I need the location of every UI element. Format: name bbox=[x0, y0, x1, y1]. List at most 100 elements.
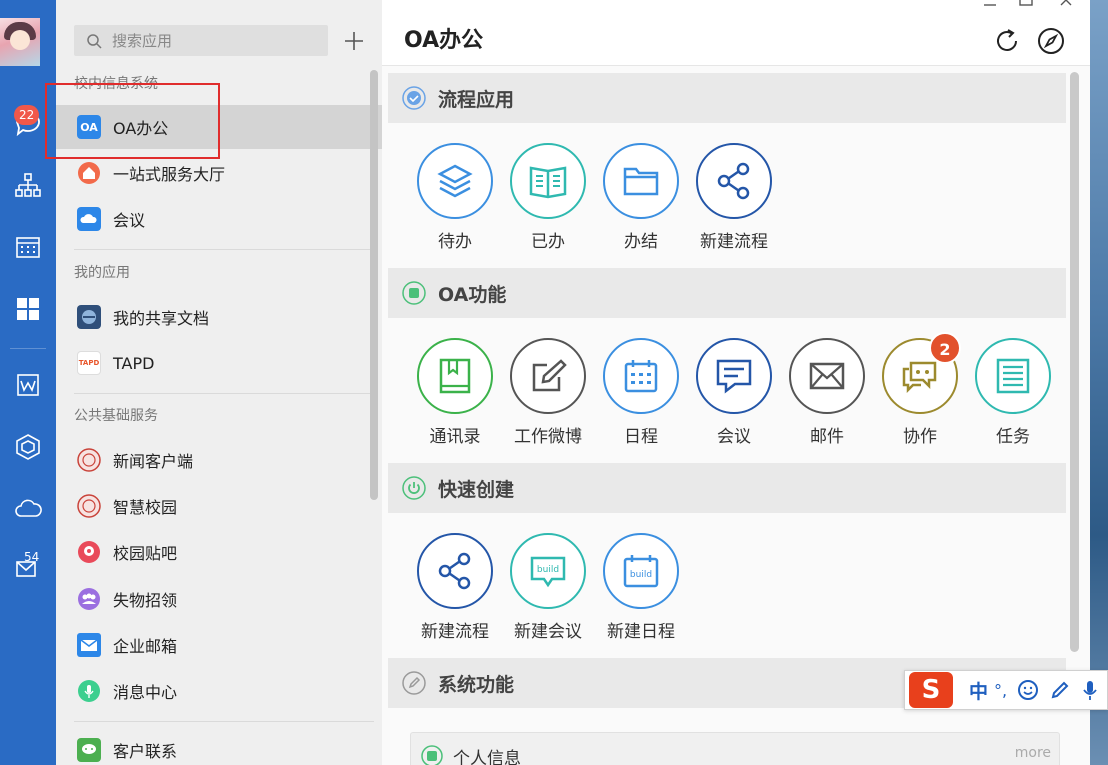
calendar-nav[interactable] bbox=[0, 227, 56, 267]
main-scrollbar[interactable] bbox=[1070, 72, 1079, 652]
section-title-public: 公共基础服务 bbox=[74, 408, 158, 424]
app-label: 新闻客户端 bbox=[113, 452, 194, 471]
tile-todo[interactable]: 待办 bbox=[410, 143, 500, 263]
tile-contacts[interactable]: 通讯录 bbox=[410, 338, 500, 458]
app-list-scrollbar[interactable] bbox=[370, 70, 378, 500]
section-title-my-apps: 我的应用 bbox=[74, 265, 130, 281]
app-label: 失物招领 bbox=[113, 591, 178, 610]
oa-section-icon bbox=[402, 281, 426, 305]
app-item-customer-contact[interactable]: 客户联系 bbox=[56, 728, 382, 765]
microphone-icon bbox=[77, 679, 101, 703]
app-item-message-center[interactable]: 消息中心 bbox=[56, 669, 382, 713]
share-icon bbox=[717, 162, 750, 200]
app-item-news[interactable]: 新闻客户端 bbox=[56, 438, 382, 482]
share-icon bbox=[438, 552, 471, 590]
build-bubble-icon: build bbox=[530, 556, 566, 588]
minimize-button[interactable] bbox=[982, 0, 998, 6]
app-item-forum[interactable]: 校园贴吧 bbox=[56, 530, 382, 574]
app-item-meeting[interactable]: 会议 bbox=[56, 197, 382, 241]
home-icon bbox=[77, 161, 101, 185]
cloud-nav[interactable] bbox=[0, 489, 56, 529]
section-header-flow: 流程应用 bbox=[388, 73, 1066, 123]
forum-icon bbox=[77, 540, 101, 564]
org-chart-icon bbox=[15, 173, 41, 197]
add-app-button[interactable] bbox=[340, 25, 368, 56]
app-item-enterprise-mail[interactable]: 企业邮箱 bbox=[56, 623, 382, 667]
envelope-icon bbox=[77, 633, 101, 657]
tile-done[interactable]: 已办 bbox=[503, 143, 593, 263]
docs-nav[interactable] bbox=[0, 365, 56, 405]
desktop-background bbox=[1090, 0, 1108, 765]
handwriting-button[interactable] bbox=[1049, 679, 1071, 701]
contacts-book-icon bbox=[439, 358, 471, 394]
tile-collaboration[interactable]: 2 协作 bbox=[875, 332, 965, 458]
document-icon bbox=[17, 374, 39, 396]
mail-count: 54 bbox=[24, 550, 40, 564]
cube-nav[interactable] bbox=[0, 427, 56, 467]
microphone-icon bbox=[1083, 681, 1097, 700]
close-button[interactable] bbox=[1058, 0, 1074, 6]
tile-new-flow[interactable]: 新建流程 bbox=[689, 143, 779, 263]
pen-icon bbox=[1051, 681, 1069, 699]
flow-section-icon bbox=[402, 86, 426, 110]
personal-info-card[interactable]: 个人信息 more bbox=[410, 732, 1060, 765]
chat-unread-badge: 22 bbox=[14, 105, 40, 125]
app-label: 我的共享文档 bbox=[113, 309, 210, 328]
section-divider bbox=[74, 249, 374, 250]
campus-seal-icon bbox=[77, 448, 101, 472]
plus-icon bbox=[345, 31, 363, 50]
campus-seal-icon bbox=[77, 494, 101, 518]
org-nav[interactable] bbox=[0, 165, 56, 205]
sogou-logo[interactable]: S bbox=[909, 672, 953, 708]
ime-punctuation-toggle[interactable]: °, bbox=[994, 681, 1007, 700]
section-divider bbox=[74, 393, 374, 394]
emoji-button[interactable] bbox=[1017, 679, 1039, 701]
voice-input-button[interactable] bbox=[1079, 679, 1101, 701]
chat-bubble-icon bbox=[77, 738, 101, 762]
shared-docs-icon bbox=[77, 305, 101, 329]
app-item-lost-found[interactable]: 失物招领 bbox=[56, 577, 382, 621]
user-avatar[interactable] bbox=[0, 18, 40, 66]
main-header: OA办公 bbox=[382, 0, 1090, 66]
cloud-icon bbox=[77, 207, 101, 231]
section-divider bbox=[74, 721, 374, 722]
app-item-tapd[interactable]: TAPD TAPD bbox=[56, 341, 382, 385]
tile-work-blog[interactable]: 工作微博 bbox=[503, 338, 593, 458]
app-item-shared-docs[interactable]: 我的共享文档 bbox=[56, 295, 382, 339]
envelope-icon bbox=[809, 362, 845, 390]
tile-quick-new-meeting[interactable]: build 新建会议 bbox=[503, 533, 593, 653]
tile-schedule[interactable]: 日程 bbox=[596, 338, 686, 458]
refresh-button[interactable] bbox=[992, 26, 1022, 56]
tile-mail[interactable]: 邮件 bbox=[782, 338, 872, 458]
main-content: OA办公 流程应用 待办 已办 办结 新建流程 OA功能 通讯录 工作微博 日程… bbox=[382, 0, 1090, 765]
apps-nav[interactable] bbox=[0, 289, 56, 329]
ime-mode-toggle[interactable]: 中 bbox=[969, 677, 988, 704]
calendar-icon bbox=[16, 237, 40, 258]
app-label: 校园贴吧 bbox=[113, 544, 178, 563]
app-label: 消息中心 bbox=[113, 683, 178, 702]
more-link[interactable]: more bbox=[1015, 745, 1051, 761]
rail-divider bbox=[10, 348, 46, 349]
profile-icon bbox=[421, 745, 443, 765]
tapd-icon: TAPD bbox=[77, 351, 101, 375]
compass-button[interactable] bbox=[1036, 26, 1066, 56]
tile-tasks[interactable]: 任务 bbox=[968, 338, 1058, 458]
tile-meeting[interactable]: 会议 bbox=[689, 338, 779, 458]
search-icon bbox=[87, 33, 102, 49]
tile-quick-new-flow[interactable]: 新建流程 bbox=[410, 533, 500, 653]
app-label: 客户联系 bbox=[113, 742, 178, 761]
message-icon bbox=[716, 359, 752, 394]
maximize-button[interactable] bbox=[1018, 0, 1034, 6]
section-header-quick-create: 快速创建 bbox=[388, 463, 1066, 513]
app-item-smart-campus[interactable]: 智慧校园 bbox=[56, 484, 382, 528]
layers-icon bbox=[437, 164, 473, 198]
task-list-icon bbox=[996, 358, 1030, 394]
collaboration-badge: 2 bbox=[929, 332, 961, 364]
tile-finished[interactable]: 办结 bbox=[596, 143, 686, 263]
tile-quick-new-schedule[interactable]: build 新建日程 bbox=[596, 533, 686, 653]
ime-toolbar[interactable]: S 中 °, bbox=[904, 670, 1108, 710]
minimize-icon bbox=[984, 4, 996, 6]
close-icon bbox=[1060, 0, 1072, 6]
app-search-box[interactable]: 搜索应用 bbox=[74, 25, 328, 56]
grid-apps-icon bbox=[17, 298, 39, 320]
